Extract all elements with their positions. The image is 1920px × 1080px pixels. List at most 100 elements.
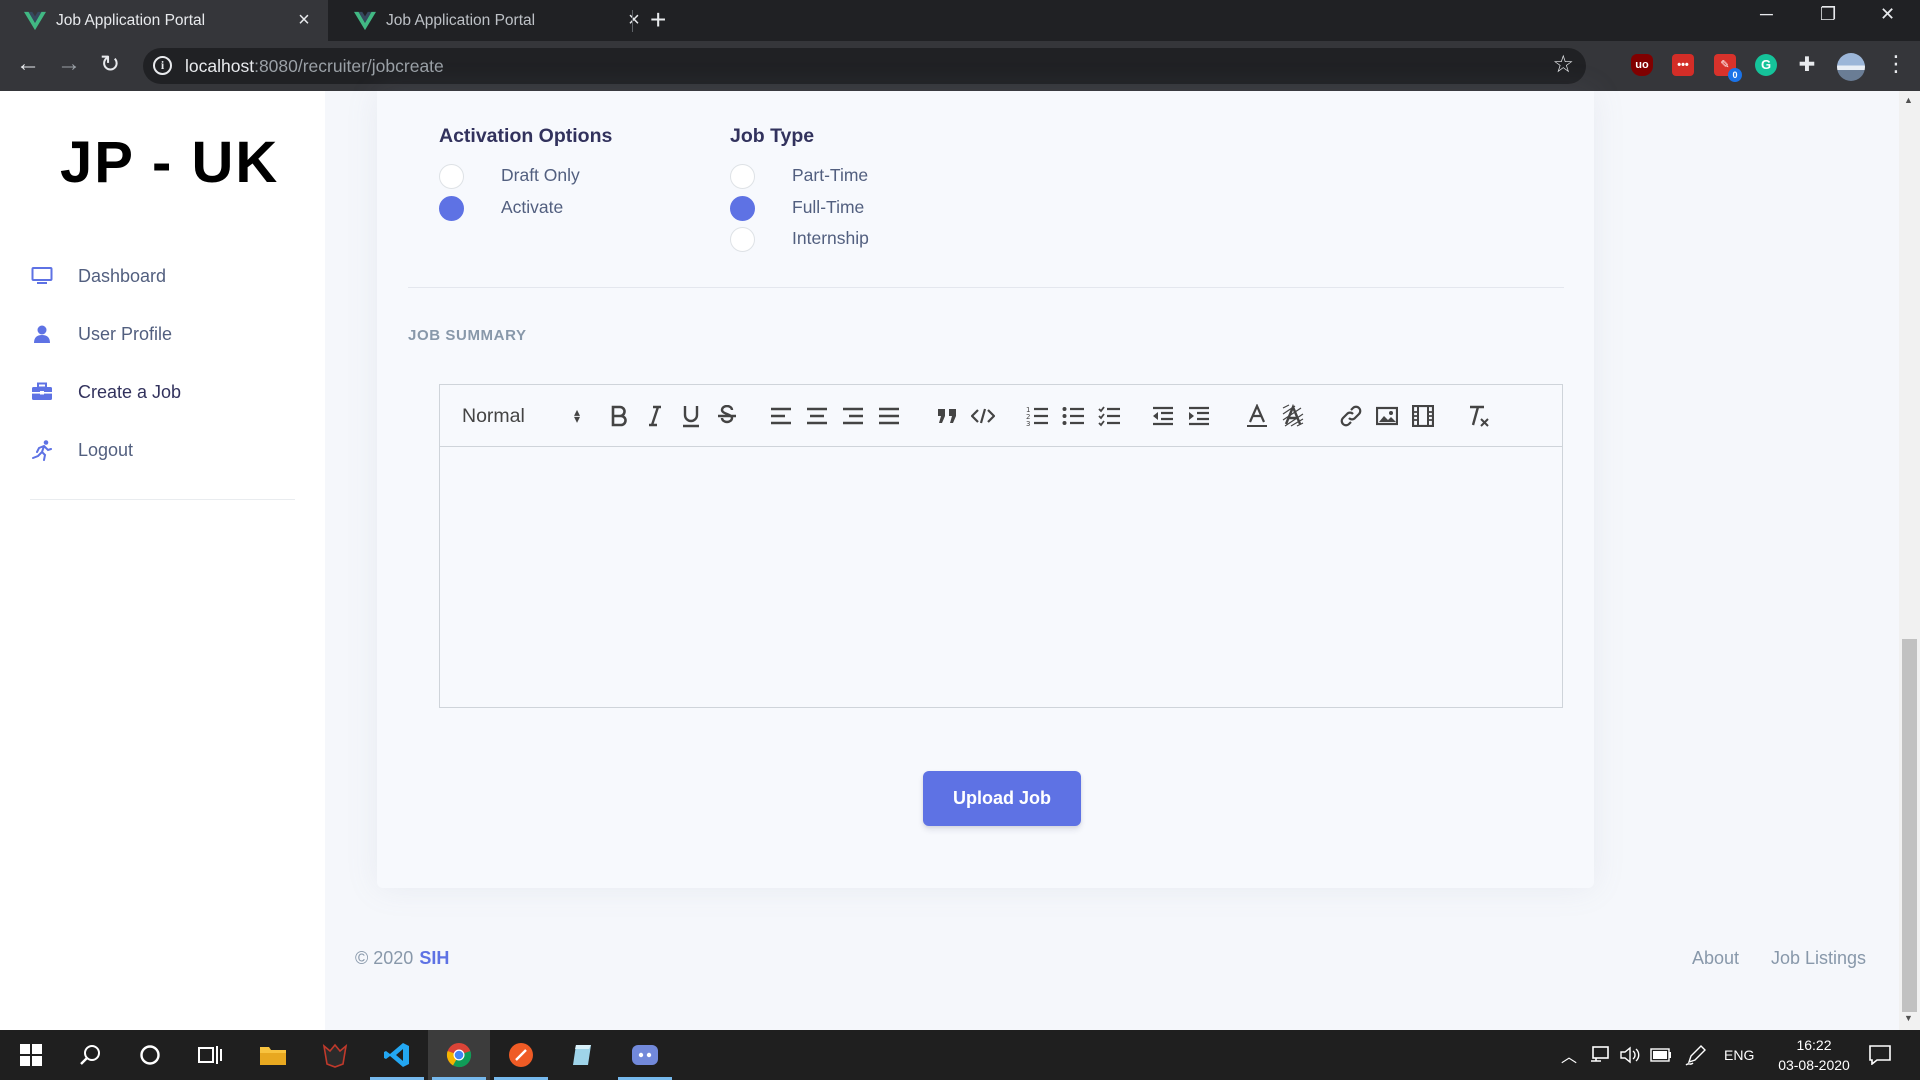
close-window-button[interactable]: ✕ <box>1880 4 1895 25</box>
bold-icon[interactable] <box>606 402 632 430</box>
browser-tab-active[interactable]: Job Application Portal × <box>0 0 328 41</box>
sidebar-item-create-job[interactable]: Create a Job <box>30 380 181 404</box>
sidebar-item-logout[interactable]: Logout <box>30 438 133 462</box>
sidebar-item-user-profile[interactable]: User Profile <box>30 322 172 346</box>
radio-activate[interactable] <box>439 196 464 221</box>
volume-icon[interactable] <box>1620 1030 1640 1080</box>
sidebar-item-label: Logout <box>78 439 134 460</box>
sidebar-item-dashboard[interactable]: Dashboard <box>30 264 166 288</box>
reload-icon[interactable]: ↻ <box>94 50 126 79</box>
text-color-icon[interactable] <box>1244 402 1270 430</box>
scrollbar-thumb[interactable] <box>1902 639 1917 1012</box>
clear-formatting-icon[interactable] <box>1466 402 1492 430</box>
taskbar-clock[interactable]: 16:22 03-08-2020 <box>1764 1035 1864 1075</box>
search-icon[interactable] <box>59 1030 121 1080</box>
windows-start-icon[interactable] <box>0 1030 62 1080</box>
tray-overflow-chevron-icon[interactable]: ︿ <box>1561 1030 1577 1080</box>
footer-org-link[interactable]: SIH <box>419 948 449 968</box>
strikethrough-icon[interactable] <box>714 402 740 430</box>
radio-label-full-time[interactable]: Full-Time <box>792 197 864 218</box>
footer-link-about[interactable]: About <box>1692 948 1739 969</box>
upload-job-button[interactable]: Upload Job <box>923 771 1081 826</box>
new-tab-button[interactable]: + <box>650 4 666 36</box>
grammarly-icon[interactable]: G <box>1755 54 1777 76</box>
battery-icon[interactable] <box>1650 1030 1672 1080</box>
address-bar[interactable]: i localhost:8080/recruiter/jobcreate ☆ <box>143 48 1586 84</box>
forward-arrow-icon[interactable]: → <box>53 50 85 78</box>
footer-link-job-listings[interactable]: Job Listings <box>1771 948 1866 969</box>
tab-title: Job Application Portal <box>56 11 206 29</box>
ublock-origin-icon[interactable]: uo <box>1631 54 1653 76</box>
activation-options-title: Activation Options <box>439 125 613 147</box>
page-scrollbar[interactable]: ▲ ▼ <box>1899 91 1920 1030</box>
vscode-icon[interactable] <box>366 1030 428 1080</box>
red-extension-icon[interactable]: ✎ 0 <box>1714 54 1742 82</box>
scroll-down-arrow-icon[interactable]: ▼ <box>1904 1013 1913 1023</box>
file-explorer-icon[interactable] <box>242 1030 304 1080</box>
browser-tab-inactive[interactable]: Job Application Portal × <box>330 0 658 41</box>
notes-app-icon[interactable] <box>552 1030 614 1080</box>
input-language[interactable]: ENG <box>1724 1030 1754 1080</box>
radio-draft-only[interactable] <box>439 164 464 189</box>
monitor-icon <box>30 264 54 288</box>
game-app-icon[interactable] <box>304 1030 366 1080</box>
action-center-icon[interactable] <box>1869 1030 1891 1080</box>
browser-toolbar: ← → ↻ i localhost:8080/recruiter/jobcrea… <box>0 41 1920 91</box>
postman-icon[interactable] <box>490 1030 552 1080</box>
browser-tab-strip: Job Application Portal × Job Application… <box>0 0 1920 41</box>
radio-internship[interactable] <box>730 227 755 252</box>
restore-button[interactable]: ❐ <box>1820 4 1836 25</box>
close-tab-icon[interactable]: × <box>290 9 318 32</box>
bookmark-star-icon[interactable]: ☆ <box>1552 50 1574 79</box>
profile-avatar[interactable] <box>1837 53 1865 81</box>
pen-workspace-icon[interactable] <box>1685 1030 1707 1080</box>
align-right-icon[interactable] <box>840 402 866 430</box>
url-host: localhost <box>185 56 255 76</box>
chrome-menu-icon[interactable]: ⋮ <box>1885 51 1907 77</box>
radio-label-draft-only[interactable]: Draft Only <box>501 165 580 186</box>
close-tab-icon[interactable]: × <box>620 9 648 32</box>
link-icon[interactable] <box>1338 402 1364 430</box>
checklist-icon[interactable] <box>1096 402 1122 430</box>
radio-part-time[interactable] <box>730 164 755 189</box>
cortana-icon[interactable] <box>119 1030 181 1080</box>
extensions-puzzle-icon[interactable]: ✚ <box>1796 54 1818 76</box>
format-select[interactable]: Normal ▴ ▾ <box>462 402 580 430</box>
minimize-button[interactable]: ─ <box>1760 4 1773 25</box>
align-center-icon[interactable] <box>804 402 830 430</box>
lastpass-icon[interactable]: ••• <box>1672 54 1694 76</box>
editor-text-area[interactable] <box>440 447 1562 707</box>
chrome-taskbar-icon[interactable] <box>428 1030 490 1080</box>
network-icon[interactable] <box>1590 1030 1610 1080</box>
url-text[interactable]: localhost:8080/recruiter/jobcreate <box>185 56 444 77</box>
brand-logo[interactable]: JP - UK <box>60 129 279 196</box>
underline-icon[interactable] <box>678 402 704 430</box>
indent-icon[interactable] <box>1186 402 1212 430</box>
italic-icon[interactable] <box>642 402 668 430</box>
site-info-icon[interactable]: i <box>153 56 172 75</box>
vue-logo-icon <box>354 11 376 30</box>
radio-label-activate[interactable]: Activate <box>501 197 563 218</box>
video-icon[interactable] <box>1410 402 1436 430</box>
radio-label-part-time[interactable]: Part-Time <box>792 165 868 186</box>
radio-label-internship[interactable]: Internship <box>792 228 869 249</box>
radio-full-time[interactable] <box>730 196 755 221</box>
code-icon[interactable] <box>970 402 996 430</box>
image-icon[interactable] <box>1374 402 1400 430</box>
align-justify-icon[interactable] <box>876 402 902 430</box>
outdent-icon[interactable] <box>1150 402 1176 430</box>
blockquote-icon[interactable] <box>934 402 960 430</box>
discord-icon[interactable] <box>614 1030 676 1080</box>
copyright-text: © 2020 <box>355 948 414 968</box>
scroll-up-arrow-icon[interactable]: ▲ <box>1904 95 1913 105</box>
vue-logo-icon <box>24 11 46 30</box>
ordered-list-icon[interactable]: 123 <box>1024 402 1050 430</box>
background-color-icon[interactable] <box>1280 402 1306 430</box>
extension-badge: 0 <box>1728 68 1742 82</box>
job-create-card: Activation Options Draft Only Activate J… <box>377 91 1594 888</box>
section-divider <box>408 287 1564 288</box>
align-left-icon[interactable] <box>768 402 794 430</box>
back-arrow-icon[interactable]: ← <box>12 50 44 78</box>
task-view-icon[interactable] <box>179 1030 241 1080</box>
bullet-list-icon[interactable] <box>1060 402 1086 430</box>
